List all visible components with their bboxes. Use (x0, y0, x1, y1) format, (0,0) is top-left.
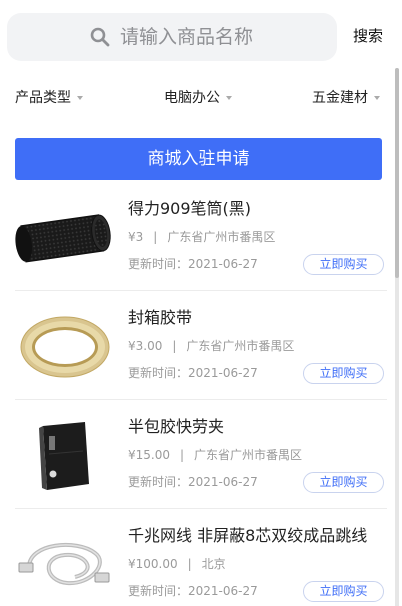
product-updated-time: 更新时间：2021-06-27 (128, 475, 258, 489)
product-list: 得力909笔筒(黑) ¥3 | 广东省广州市番禺区 更新时间：2021-06-27 … (0, 182, 402, 606)
filter-label: 五金建材 (312, 90, 368, 106)
product-meta: ¥3.00 | 广东省广州市番禺区 (128, 337, 294, 355)
filter-bar: 产品类型 电脑办公 五金建材 (0, 80, 402, 116)
product-price: ¥3 (128, 230, 144, 244)
scrollbar-thumb[interactable] (395, 68, 399, 278)
product-location: 广东省广州市番禺区 (186, 339, 295, 353)
product-title[interactable]: 封箱胶带 (128, 307, 192, 329)
tape-image (15, 305, 115, 385)
filter-label: 电脑办公 (164, 90, 220, 106)
product-item[interactable]: 千兆网线 非屏蔽8芯双绞成品跳线 ¥100.00 | 北京 更新时间：2021-06… (15, 509, 387, 606)
product-item[interactable]: 封箱胶带 ¥3.00 | 广东省广州市番禺区 更新时间：2021-06-27 立即购… (15, 291, 387, 400)
search-placeholder: 请输入商品名称 (120, 26, 254, 48)
product-title[interactable]: 半包胶快劳夹 (128, 416, 224, 438)
product-price: ¥100.00 (128, 557, 178, 571)
network-cable-image (15, 523, 115, 603)
product-meta: ¥3 | 广东省广州市番禺区 (128, 228, 275, 246)
binder-image (15, 414, 115, 494)
scrollbar[interactable] (395, 68, 399, 606)
caret-down-icon (77, 96, 83, 100)
search-input[interactable]: 请输入商品名称 (7, 13, 337, 61)
filter-product-type[interactable]: 产品类型 (15, 88, 83, 108)
product-price: ¥15.00 (128, 448, 170, 462)
buy-now-button[interactable]: 立即购买 (303, 581, 384, 602)
buy-now-button[interactable]: 立即购买 (303, 254, 384, 275)
product-updated-time: 更新时间：2021-06-27 (128, 584, 258, 598)
product-price: ¥3.00 (128, 339, 163, 353)
search-button[interactable]: 搜索 (353, 25, 383, 47)
product-item[interactable]: 半包胶快劳夹 ¥15.00 | 广东省广州市番禺区 更新时间：2021-06-27 … (15, 400, 387, 509)
meta-separator: | (172, 339, 177, 353)
search-icon (90, 27, 110, 47)
caret-down-icon (226, 96, 232, 100)
caret-down-icon (374, 96, 380, 100)
filter-hardware-building[interactable]: 五金建材 (312, 88, 380, 108)
product-title[interactable]: 得力909笔筒(黑) (128, 198, 251, 220)
buy-now-button[interactable]: 立即购买 (303, 363, 384, 384)
buy-now-button[interactable]: 立即购买 (303, 472, 384, 493)
pen-holder-image (15, 196, 115, 276)
product-meta: ¥15.00 | 广东省广州市番禺区 (128, 446, 302, 464)
product-title[interactable]: 千兆网线 非屏蔽8芯双绞成品跳线 (128, 525, 367, 547)
mall-entry-apply-button[interactable]: 商城入驻申请 (15, 138, 382, 180)
product-updated-time: 更新时间：2021-06-27 (128, 366, 258, 380)
filter-computer-office[interactable]: 电脑办公 (164, 88, 232, 108)
meta-separator: | (187, 557, 192, 571)
top-bar: 请输入商品名称 搜索 (0, 0, 402, 74)
meta-separator: | (180, 448, 185, 462)
product-location: 广东省广州市番禺区 (167, 230, 276, 244)
product-location: 广东省广州市番禺区 (194, 448, 303, 462)
product-location: 北京 (201, 557, 226, 571)
filter-label: 产品类型 (15, 90, 71, 106)
meta-separator: | (153, 230, 158, 244)
product-updated-time: 更新时间：2021-06-27 (128, 257, 258, 271)
product-meta: ¥100.00 | 北京 (128, 555, 226, 573)
product-item[interactable]: 得力909笔筒(黑) ¥3 | 广东省广州市番禺区 更新时间：2021-06-27 … (15, 182, 387, 291)
